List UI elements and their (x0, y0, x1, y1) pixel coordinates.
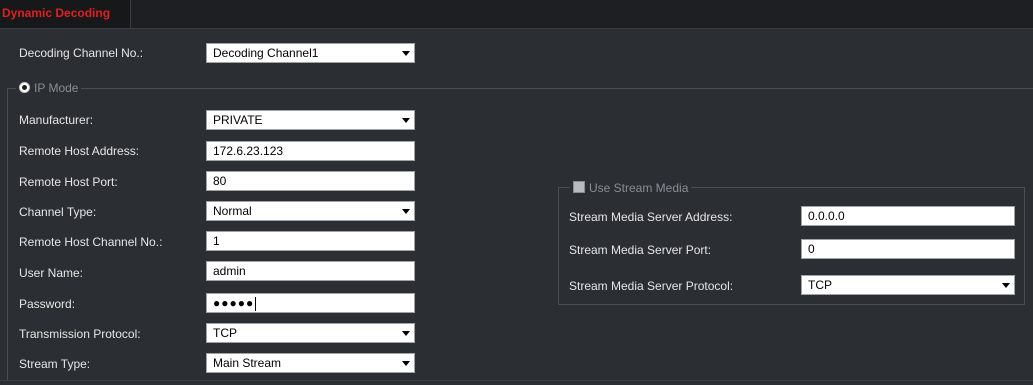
decoding-channel-value: Decoding Channel1 (213, 46, 319, 60)
decoding-channel-select[interactable]: Decoding Channel1 (206, 43, 415, 63)
remote-host-channel-no-input[interactable]: 1 (206, 231, 415, 251)
password-label: Password: (19, 297, 76, 311)
stream-media-server-port-label: Stream Media Server Port: (569, 243, 712, 257)
ip-mode-legend: IP Mode (16, 81, 82, 95)
stream-media-server-port-value: 0 (808, 242, 815, 256)
stream-type-select[interactable]: Main Stream (206, 353, 415, 373)
manufacturer-value: PRIVATE (213, 113, 263, 127)
manufacturer-label: Manufacturer: (19, 113, 94, 127)
password-value: ●●●●● (213, 296, 255, 310)
remote-host-channel-no-value: 1 (213, 234, 220, 248)
stream-media-server-address-input[interactable]: 0.0.0.0 (801, 206, 1015, 226)
stream-media-legend: Use Stream Media (570, 180, 692, 195)
transmission-protocol-label: Transmission Protocol: (19, 327, 141, 341)
text-caret (255, 296, 257, 311)
channel-type-label: Channel Type: (19, 205, 97, 219)
use-stream-media-checkbox[interactable] (573, 181, 585, 193)
stream-media-server-protocol-value: TCP (808, 278, 832, 292)
stream-media-server-protocol-label: Stream Media Server Protocol: (569, 279, 734, 293)
stream-type-value: Main Stream (213, 356, 282, 370)
chevron-down-icon (402, 209, 410, 214)
chevron-down-icon (402, 51, 410, 56)
stream-type-label: Stream Type: (19, 357, 91, 371)
remote-host-port-label: Remote Host Port: (19, 175, 118, 189)
user-name-input[interactable]: admin (206, 261, 415, 281)
ip-mode-radio-icon[interactable] (19, 82, 30, 93)
stream-media-legend-label: Use Stream Media (589, 181, 689, 195)
remote-host-address-input[interactable]: 172.6.23.123 (206, 141, 415, 161)
remote-host-address-label: Remote Host Address: (19, 144, 140, 158)
transmission-protocol-select[interactable]: TCP (206, 323, 415, 343)
title-bar: Dynamic Decoding (0, 0, 1033, 29)
channel-type-value: Normal (213, 204, 252, 218)
bottom-divider (0, 380, 1033, 381)
chevron-down-icon (402, 361, 410, 366)
decoding-channel-label: Decoding Channel No.: (19, 46, 144, 60)
chevron-down-icon (1002, 283, 1010, 288)
manufacturer-select[interactable]: PRIVATE (206, 110, 415, 130)
stream-media-server-address-label: Stream Media Server Address: (569, 210, 733, 224)
password-input[interactable]: ●●●●● (206, 293, 415, 313)
chevron-down-icon (402, 331, 410, 336)
remote-host-address-value: 172.6.23.123 (213, 144, 284, 158)
user-name-label: User Name: (19, 266, 84, 280)
remote-host-channel-no-label: Remote Host Channel No.: (19, 235, 163, 249)
user-name-value: admin (213, 264, 246, 278)
page-title: Dynamic Decoding (2, 6, 111, 20)
remote-host-port-input[interactable]: 80 (206, 171, 415, 191)
channel-type-select[interactable]: Normal (206, 201, 415, 221)
transmission-protocol-value: TCP (213, 326, 237, 340)
stream-media-server-protocol-select[interactable]: TCP (801, 275, 1015, 295)
remote-host-port-value: 80 (213, 174, 227, 188)
ip-mode-legend-label: IP Mode (34, 81, 79, 95)
stream-media-server-port-input[interactable]: 0 (801, 239, 1015, 259)
stream-media-server-address-value: 0.0.0.0 (808, 209, 845, 223)
chevron-down-icon (402, 118, 410, 123)
